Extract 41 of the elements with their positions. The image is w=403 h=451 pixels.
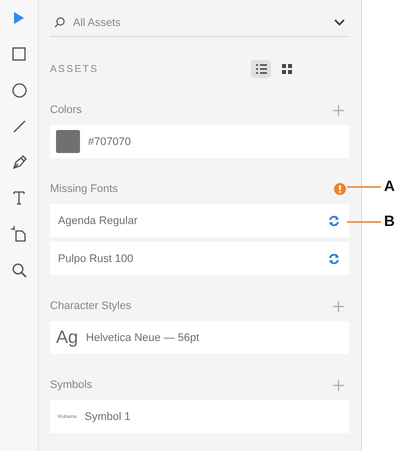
- search-field[interactable]: All Assets: [50, 9, 349, 37]
- tool-button[interactable]: [10, 261, 28, 279]
- section-title: Character Styles: [50, 300, 132, 312]
- rectangle-icon: [12, 47, 26, 61]
- tool-button[interactable]: [10, 81, 28, 99]
- list-view-icon: [256, 64, 266, 74]
- section-title: Symbols: [50, 379, 94, 391]
- callout-label: B: [384, 213, 395, 230]
- ellipse-icon: [12, 82, 26, 98]
- text-tool-icon: [13, 191, 25, 205]
- tool-button[interactable]: [10, 225, 28, 243]
- section-title: Colors: [50, 104, 83, 116]
- search-icon: [12, 262, 26, 278]
- color-value: #707070: [88, 136, 132, 148]
- color-card[interactable]: #707070: [50, 125, 349, 158]
- font-name: Pulpo Rust 100: [58, 252, 134, 264]
- sync-icon[interactable]: [328, 252, 340, 264]
- pen-icon: [12, 154, 26, 170]
- style-name: Helvetica Neue — 56pt: [86, 332, 200, 344]
- artboard-icon: [11, 226, 27, 242]
- pointer-icon: [13, 11, 25, 25]
- symbol-name: Symbol 1: [84, 410, 132, 422]
- assets-title: ASSETS: [50, 64, 100, 74]
- view-toggle[interactable]: [251, 60, 271, 78]
- style-preview: Ag: [56, 327, 78, 348]
- search-icon: [54, 17, 65, 28]
- tool-button[interactable]: [10, 45, 28, 63]
- character-style-card[interactable]: Ag Helvetica Neue — 56pt: [50, 321, 349, 354]
- callout-label: A: [384, 178, 395, 195]
- chevron-icon: [334, 19, 345, 26]
- section-title: Missing Fonts: [50, 183, 119, 195]
- font-name: Agenda Regular: [58, 214, 139, 226]
- font-card[interactable]: Pulpo Rust 100: [50, 242, 349, 275]
- grid-view-icon: [282, 64, 292, 74]
- leader-line: [347, 221, 381, 223]
- sync-icon[interactable]: [328, 214, 340, 226]
- line-icon: [12, 120, 26, 132]
- warning-icon: [334, 183, 346, 195]
- tool-button[interactable]: [10, 153, 28, 171]
- font-card[interactable]: Agenda Regular: [50, 204, 349, 237]
- leader-line: [347, 186, 381, 188]
